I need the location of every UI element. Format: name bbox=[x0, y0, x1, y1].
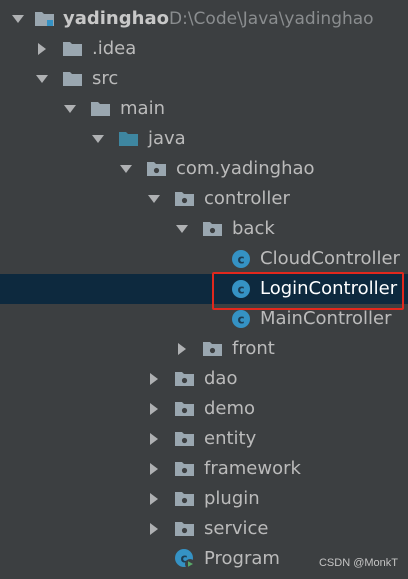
package-icon bbox=[174, 364, 196, 394]
package-icon bbox=[174, 484, 196, 514]
tree-row-src[interactable]: src bbox=[0, 64, 408, 94]
tree-row-front[interactable]: front bbox=[0, 334, 408, 364]
project-tree: yadinghao D:\Code\Java\yadinghao .idea s… bbox=[0, 4, 408, 574]
package-icon bbox=[174, 424, 196, 454]
chevron-down-icon[interactable] bbox=[90, 124, 106, 154]
tree-row-back[interactable]: back bbox=[0, 214, 408, 244]
chevron-right-icon[interactable] bbox=[174, 334, 190, 364]
java-class-icon: c bbox=[230, 274, 252, 304]
tree-label-idea: .idea bbox=[92, 38, 137, 59]
chevron-down-icon[interactable] bbox=[174, 214, 190, 244]
tree-row-idea[interactable]: .idea bbox=[0, 34, 408, 64]
tree-label-src: src bbox=[92, 68, 119, 89]
tree-label-framework: framework bbox=[204, 458, 301, 479]
tree-label-controller: controller bbox=[204, 188, 290, 209]
tree-row-entity[interactable]: entity bbox=[0, 424, 408, 454]
tree-label-back: back bbox=[232, 218, 275, 239]
module-folder-icon bbox=[34, 4, 56, 34]
chevron-right-icon[interactable] bbox=[146, 424, 162, 454]
chevron-down-icon[interactable] bbox=[10, 4, 26, 34]
tree-row-plugin[interactable]: plugin bbox=[0, 484, 408, 514]
tree-label-program: Program bbox=[204, 548, 280, 569]
java-main-class-icon: c bbox=[174, 544, 196, 574]
folder-icon bbox=[90, 94, 112, 124]
tree-row-framework[interactable]: framework bbox=[0, 454, 408, 484]
svg-text:c: c bbox=[237, 313, 244, 327]
tree-row-demo[interactable]: demo bbox=[0, 394, 408, 424]
java-class-icon: c bbox=[230, 244, 252, 274]
package-icon bbox=[202, 334, 224, 364]
tree-row-login-controller[interactable]: c LoginController bbox=[0, 274, 408, 304]
package-icon bbox=[174, 184, 196, 214]
tree-row-dao[interactable]: dao bbox=[0, 364, 408, 394]
tree-label-package: com.yadinghao bbox=[176, 158, 315, 179]
tree-label-front: front bbox=[232, 338, 275, 359]
chevron-down-icon[interactable] bbox=[146, 184, 162, 214]
chevron-right-icon[interactable] bbox=[146, 454, 162, 484]
svg-text:c: c bbox=[237, 253, 244, 267]
tree-row-main-controller[interactable]: c MainController bbox=[0, 304, 408, 334]
chevron-right-icon[interactable] bbox=[146, 484, 162, 514]
java-class-icon: c bbox=[230, 304, 252, 334]
tree-row-cloud-controller[interactable]: c CloudController bbox=[0, 244, 408, 274]
tree-label-plugin: plugin bbox=[204, 488, 260, 509]
tree-label-dao: dao bbox=[204, 368, 238, 389]
chevron-right-icon[interactable] bbox=[146, 514, 162, 544]
tree-label-java: java bbox=[148, 128, 186, 149]
package-icon bbox=[174, 394, 196, 424]
tree-row-controller[interactable]: controller bbox=[0, 184, 408, 214]
tree-row-java[interactable]: java bbox=[0, 124, 408, 154]
source-folder-icon bbox=[118, 124, 140, 154]
package-icon bbox=[202, 214, 224, 244]
svg-text:c: c bbox=[237, 283, 244, 297]
chevron-right-icon[interactable] bbox=[146, 394, 162, 424]
chevron-down-icon[interactable] bbox=[62, 94, 78, 124]
project-path: D:\Code\Java\yadinghao bbox=[169, 9, 374, 29]
chevron-right-icon[interactable] bbox=[146, 364, 162, 394]
tree-row-service[interactable]: service bbox=[0, 514, 408, 544]
folder-icon bbox=[62, 64, 84, 94]
tree-row-package[interactable]: com.yadinghao bbox=[0, 154, 408, 184]
watermark: CSDN @MonkT bbox=[318, 557, 398, 569]
tree-label-main: main bbox=[120, 98, 165, 119]
package-icon bbox=[174, 454, 196, 484]
tree-label-demo: demo bbox=[204, 398, 256, 419]
folder-icon bbox=[62, 34, 84, 64]
tree-label-login-controller: LoginController bbox=[260, 278, 398, 299]
tree-row-project-root[interactable]: yadinghao D:\Code\Java\yadinghao bbox=[0, 4, 408, 34]
chevron-down-icon[interactable] bbox=[34, 64, 50, 94]
tree-label-main-controller: MainController bbox=[260, 308, 392, 329]
package-icon bbox=[174, 514, 196, 544]
tree-label-service: service bbox=[204, 518, 269, 539]
tree-label-cloud-controller: CloudController bbox=[260, 248, 400, 269]
tree-label-entity: entity bbox=[204, 428, 257, 449]
project-name: yadinghao bbox=[63, 8, 169, 29]
chevron-down-icon[interactable] bbox=[118, 154, 134, 184]
tree-row-main[interactable]: main bbox=[0, 94, 408, 124]
package-icon bbox=[146, 154, 168, 184]
chevron-right-icon[interactable] bbox=[34, 34, 50, 64]
